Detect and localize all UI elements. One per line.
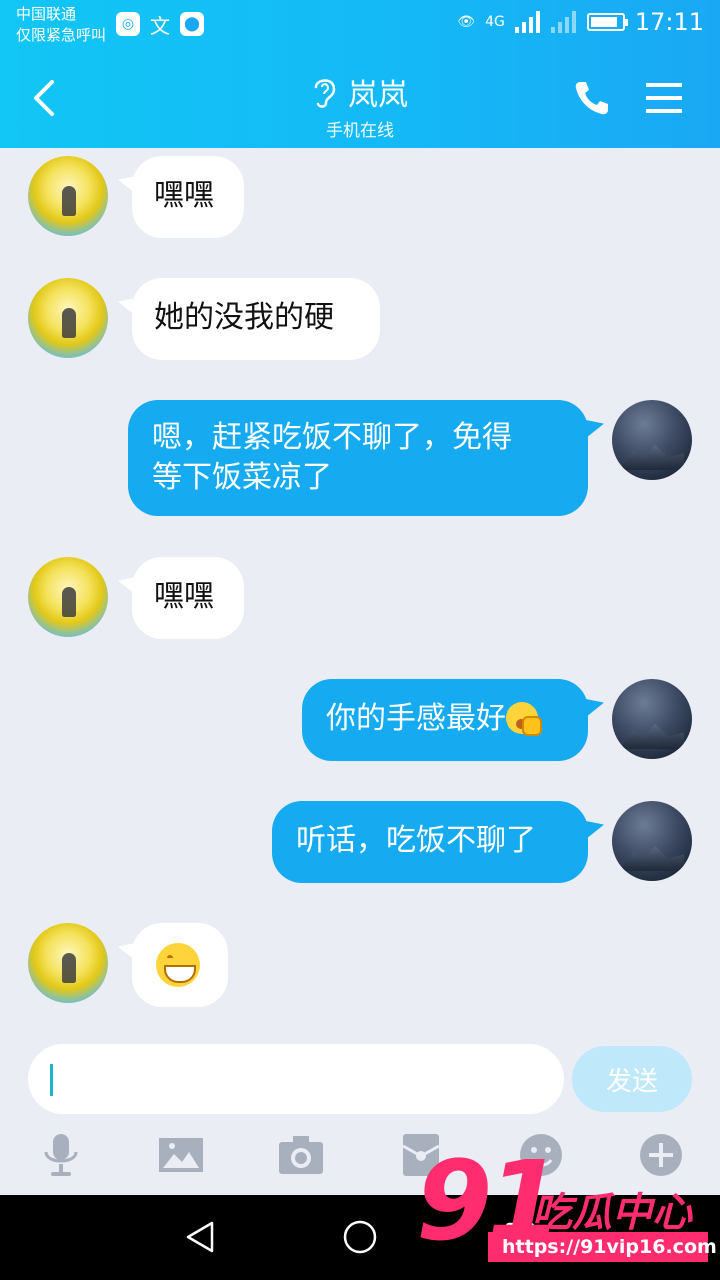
contact-status: 手机在线 [326, 121, 394, 141]
eye-icon: 👁 [457, 14, 476, 30]
message-bubble[interactable]: 嗯，赶紧吃饭不聊了，免得 等下饭菜凉了 [128, 400, 588, 516]
message-bubble[interactable]: 你的手感最好 [302, 679, 588, 761]
message-text: 你的手感最好 [326, 701, 506, 736]
network-type: 4G [485, 14, 505, 30]
status-indicators: 👁 4G 17:11 [457, 8, 704, 36]
menu-button[interactable] [644, 80, 684, 116]
signal-icon [514, 11, 540, 33]
carrier-note: 仅限紧急呼叫 [16, 26, 107, 44]
friend-avatar[interactable] [28, 557, 108, 637]
image-icon[interactable] [156, 1130, 206, 1180]
status-carrier: 中国联通 仅限紧急呼叫 [16, 4, 106, 46]
message-input[interactable] [28, 1044, 564, 1114]
maps-icon: ⬤ [180, 12, 204, 36]
friend-avatar[interactable] [28, 278, 108, 358]
bubble-tail [586, 699, 604, 717]
message-bubble[interactable] [132, 923, 228, 1007]
message-bubble[interactable]: 听话，吃饭不聊了 [272, 801, 588, 883]
ear-icon[interactable] [312, 75, 338, 109]
watermark-title: 吃瓜中心 [532, 1190, 692, 1236]
status-time: 17:11 [634, 8, 704, 36]
self-avatar[interactable] [612, 801, 692, 881]
message-bubble[interactable]: 嘿嘿 [132, 557, 244, 639]
send-button[interactable]: 发送 [572, 1046, 692, 1112]
yawn-emoji-icon [506, 702, 542, 736]
microphone-icon[interactable] [36, 1130, 86, 1180]
friend-avatar[interactable] [28, 923, 108, 1003]
signal-2-icon [550, 11, 576, 33]
bubble-tail [586, 821, 604, 839]
message-bubble[interactable]: 嘿嘿 [132, 156, 244, 238]
friend-avatar[interactable] [28, 156, 108, 236]
message-line: 嗯，赶紧吃饭不聊了，免得 [152, 420, 512, 455]
message-bubble[interactable]: 她的没我的硬 [132, 278, 380, 360]
bubble-tail [586, 420, 604, 438]
text-caret [50, 1064, 53, 1096]
watermark-url: https://91vip16.com [488, 1232, 717, 1262]
360-icon: ◎ [116, 12, 140, 36]
self-avatar[interactable] [612, 679, 692, 759]
title-bar: 岚岚 手机在线 [0, 52, 720, 148]
translate-icon: 文 [150, 13, 170, 38]
carrier-name: 中国联通 [16, 5, 77, 23]
phone-call-button[interactable] [572, 78, 612, 118]
self-avatar[interactable] [612, 400, 692, 480]
contact-name: 岚岚 [348, 78, 408, 113]
title-block: 岚岚 手机在线 [0, 70, 720, 141]
battery-icon [586, 13, 628, 31]
message-line: 等下饭菜凉了 [152, 460, 332, 495]
grin-emoji-icon [156, 943, 200, 987]
status-app-icons: ◎ 文 ⬤ [116, 12, 204, 38]
home-circle-icon[interactable] [342, 1219, 378, 1255]
watermark-logo: 91 吃瓜中心 https://91vip16.com [412, 1146, 717, 1270]
chat-header: 中国联通 仅限紧急呼叫 ◎ 文 ⬤ 👁 4G 17:11 岚岚 手机在线 [0, 0, 720, 148]
back-triangle-icon[interactable] [182, 1219, 218, 1255]
camera-icon[interactable] [276, 1130, 326, 1180]
